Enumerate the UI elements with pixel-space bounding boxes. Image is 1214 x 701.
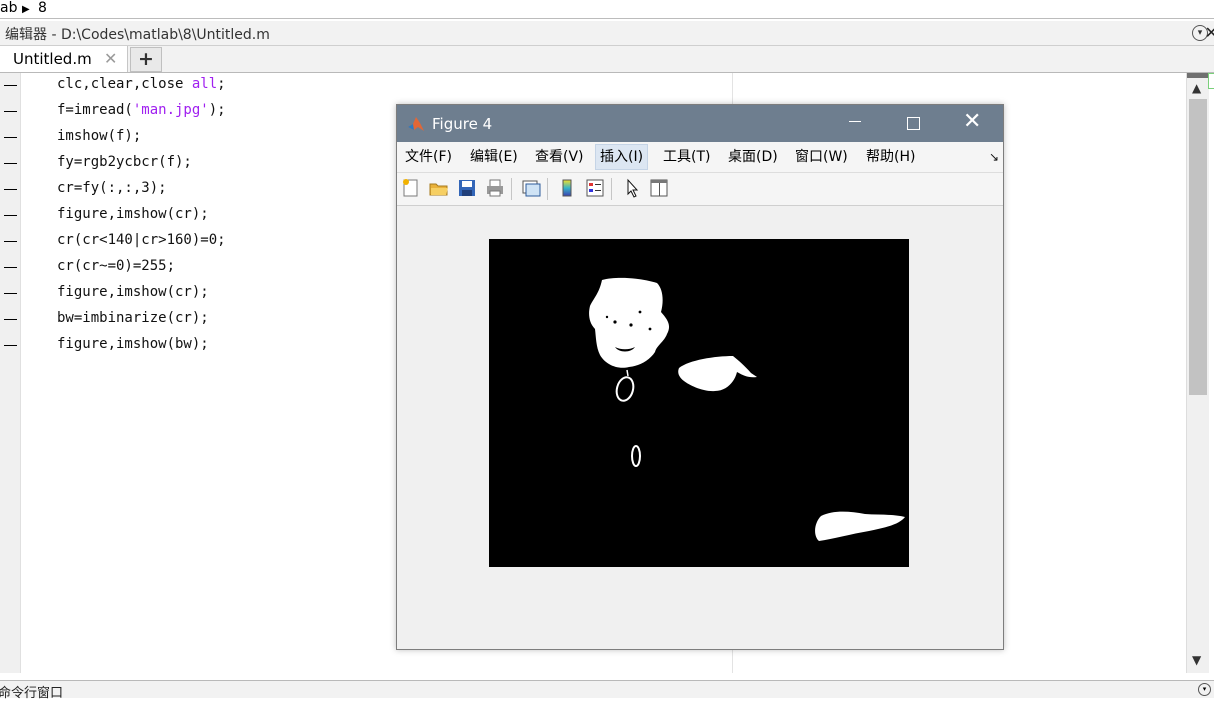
figure-toolbar — [397, 173, 1003, 206]
edit-plot-arrow-icon[interactable] — [623, 178, 643, 198]
menu-desktop[interactable]: 桌面(D) — [724, 145, 782, 169]
breadcrumb-prefix[interactable]: ab — [0, 0, 17, 16]
breakpoint-dash-icon[interactable] — [4, 267, 17, 268]
code-line[interactable]: clc,clear,close all; — [0, 73, 1180, 99]
breakpoint-dash-icon[interactable] — [4, 293, 17, 294]
menu-file[interactable]: 文件(F) — [401, 145, 456, 169]
panel-menu-icon[interactable]: ▾ — [1198, 683, 1211, 696]
breakpoint-dash-icon[interactable] — [4, 319, 17, 320]
code-token: all — [191, 76, 218, 92]
close-window-icon[interactable]: ✕ — [963, 109, 981, 134]
code-text: figure,imshow(bw); — [57, 336, 209, 352]
code-token: cr(cr<140|cr>160)=0; — [57, 232, 226, 248]
toolbar-separator — [611, 178, 612, 200]
breakpoint-dash-icon[interactable] — [4, 241, 17, 242]
code-text: figure,imshow(cr); — [57, 284, 209, 300]
code-token: 'man.jpg' — [132, 102, 209, 118]
code-text: cr(cr<140|cr>160)=0; — [57, 232, 226, 248]
code-token: figure,imshow(cr); — [57, 284, 209, 300]
print-icon[interactable] — [485, 178, 505, 198]
code-text: cr(cr~=0)=255; — [57, 258, 175, 274]
scroll-up-icon[interactable]: ▲ — [1192, 81, 1201, 95]
breakpoint-dash-icon[interactable] — [4, 85, 17, 86]
dock-figure-icon[interactable]: ↘ — [989, 150, 999, 164]
menu-window[interactable]: 窗口(W) — [791, 145, 852, 169]
breakpoint-dash-icon[interactable] — [4, 111, 17, 112]
figure-titlebar[interactable]: Figure 4 ✕ — [397, 105, 1003, 142]
breadcrumb-arrow-icon: ▶ — [22, 4, 30, 15]
figure-menubar: 文件(F) 编辑(E) 查看(V) 插入(I) 工具(T) 桌面(D) 窗口(W… — [397, 142, 1003, 173]
code-token: figure,imshow(cr); — [57, 206, 209, 222]
minimize-icon[interactable] — [849, 121, 861, 122]
menu-help[interactable]: 帮助(H) — [862, 145, 919, 169]
binary-image-axes[interactable] — [489, 239, 909, 567]
code-token: ); — [208, 102, 226, 118]
code-text: cr=fy(:,:,3); — [57, 180, 167, 196]
tab-label: Untitled.m — [13, 50, 92, 68]
breadcrumb: ab ▶ 8 — [0, 0, 1214, 19]
code-text: f=imread('man.jpg'); — [57, 102, 226, 118]
insert-colorbar-icon[interactable] — [557, 178, 577, 198]
command-window-header: 命令行窗口 ▾ — [0, 680, 1214, 701]
open-file-icon[interactable] — [429, 178, 449, 198]
editor-tabbar: Untitled.m ✕ + — [0, 46, 1214, 73]
neck-line-blob — [626, 369, 629, 377]
figure-title: Figure 4 — [432, 115, 493, 133]
code-text: imshow(f); — [57, 128, 141, 144]
new-figure-icon[interactable] — [401, 178, 421, 198]
code-token: bw=imbinarize(cr); — [57, 310, 209, 326]
code-analyzer-indicator[interactable] — [1208, 73, 1214, 89]
maximize-icon[interactable] — [907, 117, 920, 130]
matlab-logo-icon — [408, 117, 424, 131]
code-text: figure,imshow(cr); — [57, 206, 209, 222]
scroll-down-icon[interactable]: ▼ — [1192, 653, 1201, 667]
breakpoint-dash-icon[interactable] — [4, 345, 17, 346]
command-window-label: 命令行窗口 — [0, 686, 64, 701]
code-token: imshow(f); — [57, 128, 142, 144]
code-text: clc,clear,close all; — [57, 76, 226, 92]
menu-view[interactable]: 查看(V) — [531, 145, 588, 169]
code-token: cr(cr~=0)=255; — [57, 258, 176, 274]
save-icon[interactable] — [457, 178, 477, 198]
insert-legend-icon[interactable] — [585, 178, 605, 198]
property-inspector-icon[interactable] — [649, 178, 669, 198]
close-icon[interactable]: ✕ — [1205, 23, 1214, 42]
vertical-scrollbar[interactable]: ▲ ▼ — [1186, 73, 1209, 673]
menu-tools[interactable]: 工具(T) — [659, 145, 714, 169]
editor-title: 编辑器 - D:\Codes\matlab\8\Untitled.m — [5, 27, 270, 43]
editor-titlebar: 编辑器 - D:\Codes\matlab\8\Untitled.m ▾ ✕ — [0, 21, 1214, 46]
breakpoint-dash-icon[interactable] — [4, 163, 17, 164]
breakpoint-dash-icon[interactable] — [4, 189, 17, 190]
code-token: fy=rgb2ycbcr(f); — [57, 154, 192, 170]
close-tab-icon[interactable]: ✕ — [104, 49, 117, 68]
code-token: f=imread( — [57, 102, 133, 118]
scrollbar-top-marker — [1187, 73, 1209, 78]
code-token: cr=fy(:,:,3); — [57, 180, 167, 196]
code-text: fy=rgb2ycbcr(f); — [57, 154, 192, 170]
code-text: bw=imbinarize(cr); — [57, 310, 209, 326]
menu-insert[interactable]: 插入(I) — [595, 144, 649, 170]
toolbar-separator — [511, 178, 512, 200]
breakpoint-dash-icon[interactable] — [4, 215, 17, 216]
add-tab-button[interactable]: + — [130, 47, 162, 72]
scrollbar-thumb[interactable] — [1189, 99, 1207, 395]
tab-untitled[interactable]: Untitled.m ✕ — [0, 46, 128, 72]
code-token: ; — [217, 76, 226, 92]
code-token: clc,clear,close — [57, 76, 192, 92]
link-plot-icon[interactable] — [521, 178, 541, 198]
code-token: figure,imshow(bw); — [57, 336, 209, 352]
menu-edit[interactable]: 编辑(E) — [466, 145, 522, 169]
breadcrumb-current[interactable]: 8 — [38, 0, 47, 16]
toolbar-separator — [547, 178, 548, 200]
breakpoint-dash-icon[interactable] — [4, 137, 17, 138]
figure-window[interactable]: Figure 4 ✕ 文件(F) 编辑(E) 查看(V) 插入(I) 工具(T)… — [396, 104, 1004, 650]
